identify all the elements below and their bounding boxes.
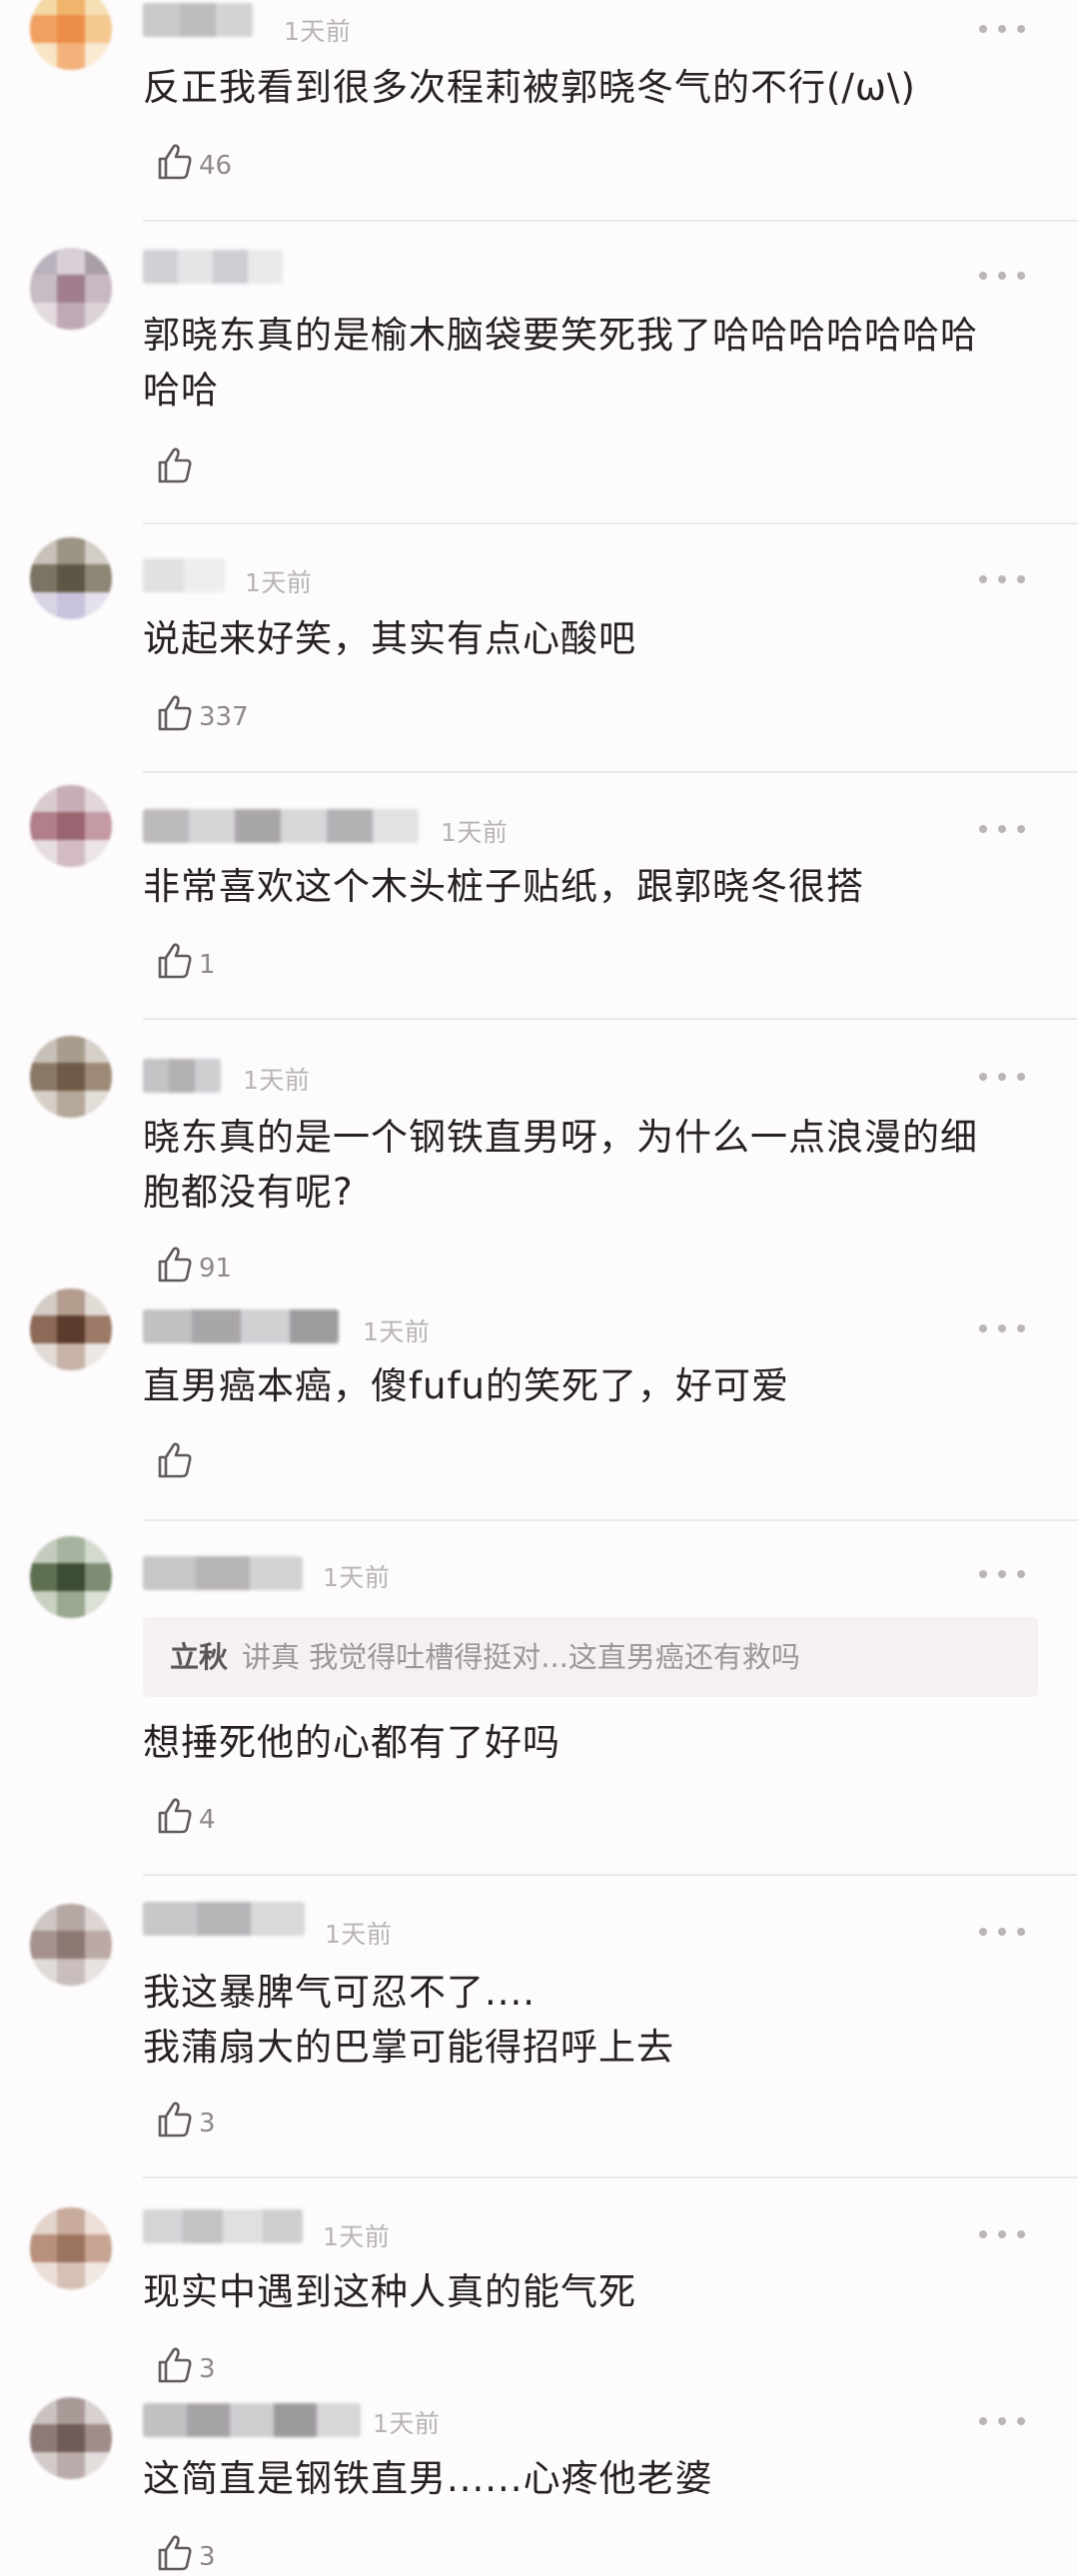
divider	[143, 1519, 1078, 1521]
more-dots-icon	[979, 2417, 987, 2425]
more-options-button[interactable]	[979, 270, 1025, 282]
divider	[143, 522, 1078, 524]
more-options-button[interactable]	[979, 823, 1025, 835]
thumbs-up-icon	[158, 2535, 192, 2571]
avatar[interactable]	[30, 537, 112, 619]
divider	[143, 1874, 1078, 1876]
divider	[143, 2176, 1078, 2178]
like-count: 337	[199, 702, 249, 732]
more-options-button[interactable]	[979, 2228, 1025, 2240]
like-button[interactable]	[155, 1438, 199, 1482]
more-dots-icon	[979, 1928, 987, 1936]
more-options-button[interactable]	[979, 2415, 1025, 2427]
comment-time: 1天前	[284, 17, 352, 46]
comment-text: 直男癌本癌，傻fufu的笑死了，好可爱	[143, 1364, 789, 1407]
like-button[interactable]: 3	[155, 2098, 216, 2142]
comment-time: 1天前	[323, 2222, 391, 2251]
username-blurred[interactable]	[143, 3, 253, 37]
more-options-button[interactable]	[979, 1322, 1025, 1334]
comment-text: 说起来好笑，其实有点心酸吧	[143, 617, 636, 660]
comment-time: 1天前	[363, 1317, 431, 1346]
thumbs-up-icon	[158, 2347, 192, 2383]
more-dots-icon	[979, 1324, 987, 1332]
comment-time: 1天前	[373, 2409, 441, 2438]
like-button[interactable]: 91	[155, 1243, 232, 1287]
quoted-username[interactable]: 立秋	[170, 1640, 228, 1674]
username-blurred[interactable]	[143, 1556, 303, 1590]
like-button[interactable]: 337	[155, 691, 249, 735]
more-dots-icon	[979, 575, 987, 583]
more-dots-icon	[979, 825, 987, 833]
username-blurred[interactable]	[143, 558, 225, 592]
comment-text: 反正我看到很多次程莉被郭晓冬气的不行(/ω\)	[143, 66, 916, 109]
avatar[interactable]	[30, 1904, 112, 1986]
comment-text: 我这暴脾气可忍不了.... 我蒲扇大的巴掌可能得招呼上去	[143, 1971, 674, 2069]
like-button[interactable]: 46	[155, 140, 232, 184]
username-blurred[interactable]	[143, 1059, 221, 1093]
like-count: 4	[199, 1805, 216, 1835]
username-blurred[interactable]	[143, 1902, 305, 1936]
comment-text: 郭晓东真的是榆木脑袋要笑死我了哈哈哈哈哈哈哈 哈哈	[143, 314, 978, 412]
quoted-text: 讲真 我觉得吐槽得挺对...这直男癌还有救吗	[242, 1640, 800, 1674]
thumbs-up-icon	[158, 1442, 192, 1478]
avatar[interactable]	[30, 0, 112, 70]
avatar[interactable]	[30, 2207, 112, 2289]
thumbs-up-icon	[158, 1247, 192, 1283]
username-blurred[interactable]	[143, 809, 419, 843]
comment-time: 1天前	[245, 568, 313, 597]
like-count: 3	[199, 2109, 216, 2139]
thumbs-up-icon	[158, 1798, 192, 1834]
thumbs-up-icon	[158, 943, 192, 979]
comment-time: 1天前	[243, 1066, 311, 1095]
more-options-button[interactable]	[979, 1071, 1025, 1083]
more-options-button[interactable]	[979, 573, 1025, 585]
comment-time: 1天前	[325, 1920, 393, 1949]
comment-text: 晓东真的是一个钢铁直男呀，为什么一点浪漫的细 胞都没有呢?	[143, 1116, 978, 1214]
thumbs-up-icon	[158, 144, 192, 180]
thumbs-up-icon	[158, 447, 192, 483]
like-count: 1	[199, 950, 216, 980]
like-count: 91	[199, 1254, 233, 1284]
username-blurred[interactable]	[143, 250, 283, 284]
more-options-button[interactable]	[979, 23, 1025, 35]
like-count: 3	[199, 2542, 216, 2572]
like-button[interactable]: 3	[155, 2531, 216, 2575]
comment-text: 想捶死他的心都有了好吗	[143, 1721, 560, 1764]
like-count: 46	[199, 151, 233, 181]
username-blurred[interactable]	[143, 2403, 361, 2437]
username-blurred[interactable]	[143, 2209, 303, 2243]
more-options-button[interactable]	[979, 1926, 1025, 1938]
more-dots-icon	[979, 2230, 987, 2238]
like-button[interactable]: 1	[155, 939, 216, 983]
avatar[interactable]	[30, 1536, 112, 1618]
comment-text: 非常喜欢这个木头桩子贴纸，跟郭晓冬很搭	[143, 865, 864, 908]
avatar[interactable]	[30, 2397, 112, 2479]
more-dots-icon	[979, 1570, 987, 1578]
avatar[interactable]	[30, 1036, 112, 1118]
like-button[interactable]: 3	[155, 2343, 216, 2387]
avatar[interactable]	[30, 785, 112, 867]
divider	[143, 220, 1078, 222]
like-button[interactable]: 4	[155, 1794, 216, 1838]
more-dots-icon	[979, 1073, 987, 1081]
comment-text: 这简直是钢铁直男......心疼他老婆	[143, 2457, 713, 2500]
like-button[interactable]	[155, 443, 199, 487]
avatar[interactable]	[30, 1288, 112, 1370]
comment-time: 1天前	[323, 1563, 391, 1592]
thumbs-up-icon	[158, 695, 192, 731]
username-blurred[interactable]	[143, 1309, 339, 1343]
quoted-reply[interactable]: 立秋 讲真 我觉得吐槽得挺对...这直男癌还有救吗	[143, 1617, 1038, 1697]
divider	[143, 771, 1078, 773]
thumbs-up-icon	[158, 2102, 192, 2138]
avatar[interactable]	[30, 248, 112, 330]
more-dots-icon	[979, 25, 987, 33]
more-options-button[interactable]	[979, 1568, 1025, 1580]
more-dots-icon	[979, 272, 987, 280]
divider	[143, 1018, 1078, 1020]
comment-text: 现实中遇到这种人真的能气死	[143, 2270, 636, 2313]
comment-time: 1天前	[441, 818, 509, 847]
like-count: 3	[199, 2354, 216, 2384]
